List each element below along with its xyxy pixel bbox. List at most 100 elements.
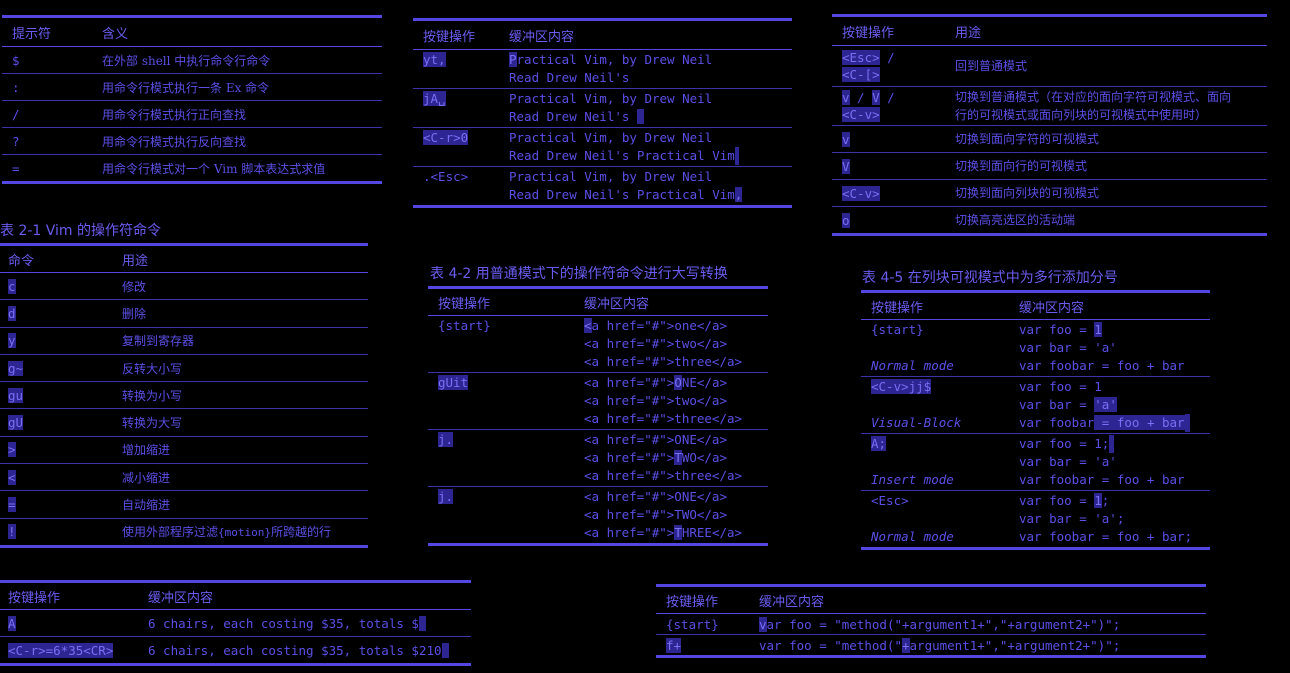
table-row: {start} var foo = "method("+argument1+",… [656,614,1206,635]
buffer-content: Practical Vim, by Drew Neil Read Drew Nei… [509,91,713,124]
semicolon-table: 按键操作 缓冲区内容 {start} Normal mode var foo = … [861,290,1210,550]
prompt-table: 提示符 含义 $ 在外部 shell 中执行命令行命令 : 用命令行模式执行一条 E… [2,15,382,184]
header-buffer: 缓冲区内容 [759,594,825,610]
table-row: > 增加缩进 [0,437,368,465]
keystroke: <Esc> [871,493,909,508]
highlighted-text: 'a' [1094,397,1117,412]
uppercase-table-caption: 表 4-2 用普通模式下的操作符命令进行大写转换 [430,266,728,282]
buffer-line: var foo = "method("+argument1+","+argume… [759,616,1121,632]
buffer-content: <a href="#">ONE</a> <a href="#">TWO</a> <a… [584,489,743,540]
highlighted-text: T [674,525,682,540]
keystroke: <Esc> / <C-[> [842,50,895,82]
highlighted-text: T [674,450,682,465]
header-keys: 按键操作 [871,300,924,316]
keystroke: <C-v> [842,185,880,201]
table-header: 按键操作 缓冲区内容 [656,587,1206,614]
table-row: jA␣ Practical Vim, by Drew Neil Read Drew … [413,89,792,128]
visual-mode-table: 按键操作 用途 <Esc> / <C-[> 回到普通模式 v / V / <C-v> 切换… [832,14,1267,236]
table-row: < 减小缩进 [0,464,368,492]
table-row: <C-r>0 Practical Vim, by Drew Neil Read Dr… [413,128,792,167]
buffer-text: 6 chairs, each costing $35, totals $ [148,615,419,631]
mode-label: Normal mode [871,529,954,544]
operator-purpose: 转换为小写 [122,388,183,403]
table-row: <Esc> Normal mode var foo = 1; var bar = '… [861,491,1210,547]
table-row: <C-v> 切换到面向列块的可视模式 [832,180,1267,207]
table-row: .<Esc> Practical Vim, by Drew Neil Read Dr… [413,167,792,205]
cursor-block [1184,414,1190,432]
keystroke: f+ [666,637,682,653]
operator-key: = [8,497,16,513]
highlighted-text: 1 [1094,493,1102,508]
table-header: 按键操作 缓冲区内容 [428,289,768,316]
prompt-symbol: : [12,79,20,95]
cursor-block [734,147,739,165]
purpose-text: 切换到面向字符的可视模式 [955,132,1100,146]
keystroke: v [842,131,850,147]
cursor-block [636,109,645,124]
header-keys: 按键操作 [8,590,61,606]
buffer-content: var foo = 1 var bar = 'a' var foobar = foo… [1009,378,1210,432]
paste-table: 按键操作 缓冲区内容 yt, Practical Vim, by Drew Nei… [413,18,792,208]
buffer-content: Practical Vim, by Drew Neil Read Drew Nei… [509,169,743,202]
table-row: <Esc> / <C-[> 回到普通模式 [832,46,1267,87]
buffer-content: <a href="#">ONE</a> <a href="#">TWO</a> <a… [584,432,743,483]
operator-purpose: 反转大小写 [122,361,183,376]
buffer-text: 6 chairs, each costing $35, totals $210 [148,642,442,658]
keystroke: A [8,615,16,631]
keystroke-cell: {start} Normal mode [861,321,1009,375]
operator-purpose: 增加缩进 [122,443,171,458]
keystroke: {start} [438,318,491,333]
operator-purpose: 使用外部程序过滤{motion}所跨越的行 [122,525,332,540]
operator-key: gU [8,415,24,431]
operator-key: y [8,333,16,349]
mode-label: Normal mode [871,358,954,373]
header-buffer: 缓冲区内容 [509,29,575,45]
highlighted-text: < [584,318,592,333]
keystroke: j. [438,432,454,447]
visual-rows: <Esc> / <C-[> 回到普通模式 v / V / <C-v> 切换到普通模式（在对… [832,46,1267,233]
operator-purpose: 删除 [122,306,147,321]
buffer-content: <a href="#">ONE</a> <a href="#">two</a> <a… [584,375,743,426]
table-row: {start} Normal mode var foo = 1 var bar = … [861,320,1210,377]
purpose-text: 切换高亮选区的活动端 [955,213,1076,227]
uppercase-table: 按键操作 缓冲区内容 {start} <a href="#">one</a> <a … [428,286,768,546]
buffer-content: Practical Vim, by Drew Neil Read Drew Nei… [500,129,792,165]
table-row: f+ var foo = "method("+argument1+","+arg… [656,635,1206,655]
table-row: gu 转换为小写 [0,382,368,410]
table-row: <C-v>jj$ Visual-Block var foo = 1 var bar … [861,377,1210,434]
cursor-block [418,615,427,631]
prompt-symbol: = [12,160,20,176]
table-row: V 切换到面向行的可视模式 [832,153,1267,180]
buffer-content: <a href="#">one</a> <a href="#">two</a> <a… [584,318,743,369]
keystroke: v / V / <C-v> [842,90,895,122]
prompt-meaning: 在外部 shell 中执行命令行命令 [102,53,271,68]
header-keys: 按键操作 [842,25,895,41]
operator-key: gu [8,387,24,403]
table-row: / 用命令行模式执行正向查找 [2,101,382,128]
header-prompt: 提示符 [12,26,52,42]
operator-table: 命令 用途 c 修改 d 删除 y 复制到寄存器 g~ 反转大小写 gu 转换为小写 gU 转换为大写… [0,243,368,548]
header-command: 命令 [8,253,35,269]
header-keys: 按键操作 [666,594,719,610]
calc-table: 按键操作 缓冲区内容 A 6 chairs, each costing $35,… [0,580,471,666]
operator-key: c [8,278,16,294]
table-header: 按键操作 缓冲区内容 [413,21,792,50]
buffer-content: var foo = 1; var bar = 'a' var foobar = f… [1019,435,1185,487]
operator-key: ! [8,524,16,540]
keystroke: yt, [423,52,446,67]
highlighted-text: O [674,375,682,390]
highlighted-text: + [902,637,910,653]
table-row: o 切换高亮选区的活动端 [832,207,1267,233]
mode-label: Visual-Block [871,415,962,430]
table-row: A; Insert mode var foo = 1; var bar = 'a'… [861,434,1210,491]
buffer-content: Practical Vim, by Drew Neil Read Drew Nei… [509,52,713,85]
table-row: ! 使用外部程序过滤{motion}所跨越的行 [0,519,368,545]
method-table: 按键操作 缓冲区内容 {start} var foo = "method("+a… [656,584,1206,658]
keystroke: j. [438,489,454,504]
keystroke: V [842,158,850,174]
header-keys: 按键操作 [438,296,491,312]
purpose-text: 回到普通模式 [955,59,1028,73]
operator-key: > [8,442,16,458]
uppercase-rows: {start} <a href="#">one</a> <a href="#">tw… [428,316,768,543]
buffer-content: var foo = 1; var bar = 'a'; var foobar = f… [1019,493,1193,544]
